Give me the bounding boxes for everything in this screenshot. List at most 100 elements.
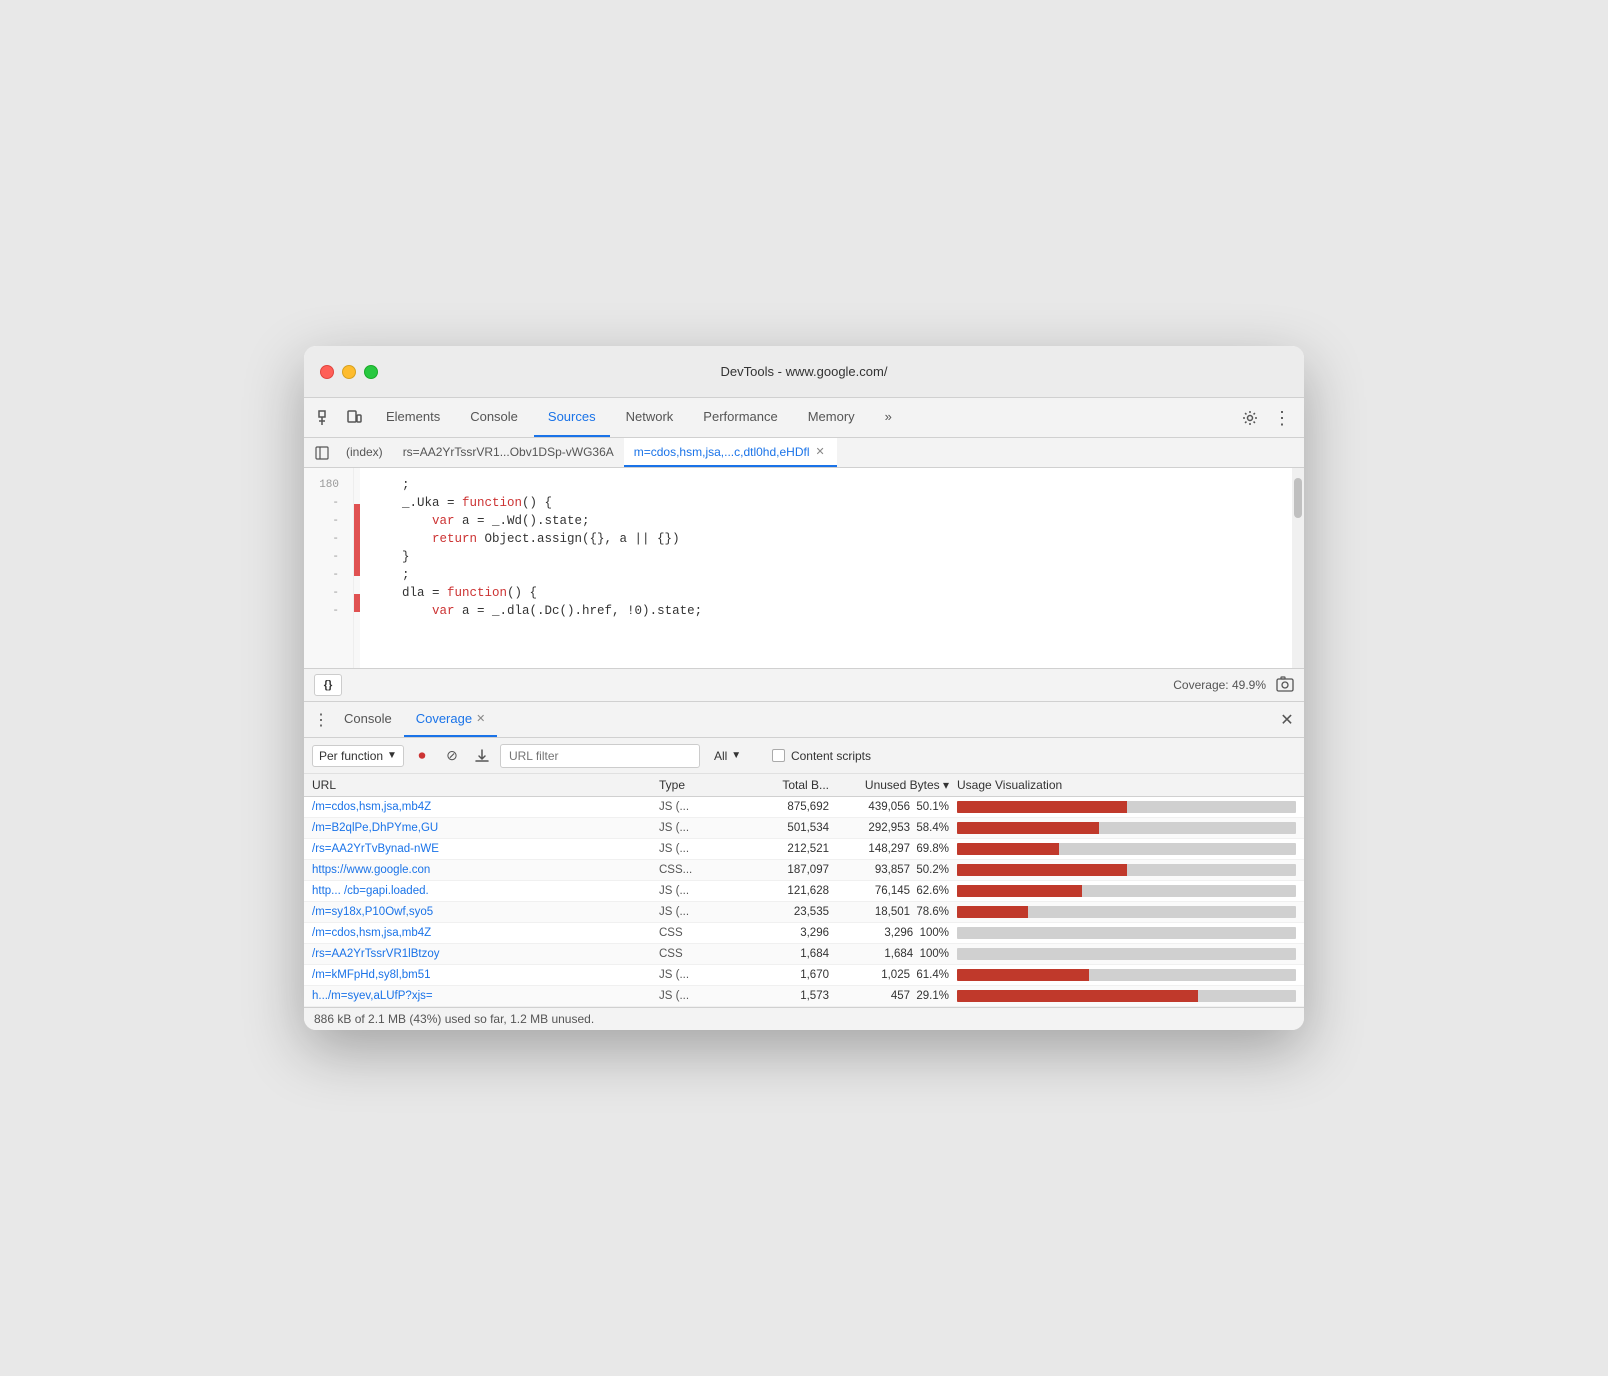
table-row[interactable]: /rs=AA2YrTssrVR1lBtzoy CSS 1,684 1,684 1… bbox=[304, 944, 1304, 965]
used-bar bbox=[957, 864, 1127, 876]
panel-tab-coverage[interactable]: Coverage ✕ bbox=[404, 702, 498, 737]
bottom-toolbar: {} Coverage: 49.9% bbox=[304, 668, 1304, 702]
file-tab-close-icon[interactable]: ✕ bbox=[813, 444, 826, 459]
line-numbers: 180 - - - - - - - bbox=[304, 468, 354, 668]
status-bar: 886 kB of 2.1 MB (43%) used so far, 1.2 … bbox=[304, 1007, 1304, 1030]
content-scripts-checkbox[interactable] bbox=[772, 749, 785, 762]
table-header: URL Type Total B... Unused Bytes ▾ Usage… bbox=[304, 774, 1304, 797]
table-row[interactable]: /m=cdos,hsm,jsa,mb4Z CSS 3,296 3,296 100… bbox=[304, 923, 1304, 944]
cell-url: /m=kMFpHd,sy8l,bm51 bbox=[312, 969, 659, 981]
panel-tab-console[interactable]: Console bbox=[332, 702, 404, 737]
cell-viz bbox=[949, 822, 1296, 834]
file-tab-m-cdos[interactable]: m=cdos,hsm,jsa,...c,dtl0hd,eHDfl ✕ bbox=[624, 438, 837, 467]
tab-elements[interactable]: Elements bbox=[372, 398, 454, 437]
file-tab-index[interactable]: (index) bbox=[336, 438, 393, 467]
tab-sources[interactable]: Sources bbox=[534, 398, 610, 437]
cell-type: CSS... bbox=[659, 864, 739, 876]
all-dropdown[interactable]: All ▼ bbox=[706, 746, 766, 766]
table-row[interactable]: /rs=AA2YrTvBynad-nWE JS (... 212,521 148… bbox=[304, 839, 1304, 860]
cell-total: 875,692 bbox=[739, 801, 829, 813]
cell-total: 1,684 bbox=[739, 948, 829, 960]
cell-url: https://www.google.con bbox=[312, 864, 659, 876]
url-filter-input[interactable] bbox=[500, 744, 700, 768]
format-button[interactable]: {} bbox=[314, 674, 342, 696]
file-tab-rs[interactable]: rs=AA2YrTssrVR1...Obv1DSp-vWG36A bbox=[393, 438, 624, 467]
cell-unused: 292,953 58.4% bbox=[829, 822, 949, 834]
coverage-percentage: Coverage: 49.9% bbox=[1173, 678, 1266, 692]
panel-close-button[interactable]: ✕ bbox=[1276, 709, 1298, 731]
cell-unused: 76,145 62.6% bbox=[829, 885, 949, 897]
tab-more[interactable]: » bbox=[871, 398, 906, 437]
table-row[interactable]: h.../m=syev,aLUfP?xjs= JS (... 1,573 457… bbox=[304, 986, 1304, 1007]
tab-network[interactable]: Network bbox=[612, 398, 688, 437]
cell-total: 1,670 bbox=[739, 969, 829, 981]
cell-viz bbox=[949, 948, 1296, 960]
cell-type: JS (... bbox=[659, 990, 739, 1002]
panel-tabs: ⋮ Console Coverage ✕ ✕ bbox=[304, 702, 1304, 738]
cell-unused: 1,684 100% bbox=[829, 948, 949, 960]
gear-icon bbox=[1242, 410, 1258, 426]
table-row[interactable]: https://www.google.con CSS... 187,097 93… bbox=[304, 860, 1304, 881]
used-bar bbox=[957, 885, 1082, 897]
window-title: DevTools - www.google.com/ bbox=[721, 364, 888, 379]
devtools-window: DevTools - www.google.com/ Elements Cons… bbox=[304, 346, 1304, 1030]
clear-button[interactable]: ⊘ bbox=[440, 744, 464, 768]
record-button[interactable]: ⏺ bbox=[410, 744, 434, 768]
cell-viz bbox=[949, 927, 1296, 939]
more-options-button[interactable]: ⋮ bbox=[1268, 404, 1296, 432]
cell-unused: 1,025 61.4% bbox=[829, 969, 949, 981]
inspect-icon bbox=[318, 410, 334, 426]
main-toolbar: Elements Console Sources Network Perform… bbox=[304, 398, 1304, 438]
code-scrollbar[interactable] bbox=[1292, 468, 1304, 668]
traffic-lights bbox=[320, 365, 378, 379]
panel-menu-button[interactable]: ⋮ bbox=[310, 709, 332, 731]
cell-url: /m=cdos,hsm,jsa,mb4Z bbox=[312, 801, 659, 813]
minimize-button[interactable] bbox=[342, 365, 356, 379]
table-row[interactable]: http... /cb=gapi.loaded. JS (... 121,628… bbox=[304, 881, 1304, 902]
code-content: ; _.Uka = function() { var a = _.Wd().st… bbox=[360, 468, 1292, 668]
content-scripts-checkbox-label[interactable]: Content scripts bbox=[772, 749, 871, 763]
sidebar-toggle[interactable] bbox=[308, 439, 336, 467]
settings-button[interactable] bbox=[1236, 404, 1264, 432]
download-button[interactable] bbox=[470, 744, 494, 768]
cell-type: CSS bbox=[659, 927, 739, 939]
cell-total: 3,296 bbox=[739, 927, 829, 939]
cell-viz bbox=[949, 990, 1296, 1002]
panel-tab-close-icon[interactable]: ✕ bbox=[476, 712, 485, 725]
header-type: Type bbox=[659, 778, 739, 792]
inspect-element-button[interactable] bbox=[312, 404, 340, 432]
scroll-thumb[interactable] bbox=[1294, 478, 1302, 518]
usage-bar bbox=[957, 864, 1296, 876]
table-row[interactable]: /m=sy18x,P10Owf,syo5 JS (... 23,535 18,5… bbox=[304, 902, 1304, 923]
table-row[interactable]: /m=B2qlPe,DhPYme,GU JS (... 501,534 292,… bbox=[304, 818, 1304, 839]
close-button[interactable] bbox=[320, 365, 334, 379]
used-bar bbox=[957, 990, 1198, 1002]
device-toggle-button[interactable] bbox=[340, 404, 368, 432]
usage-bar bbox=[957, 927, 1296, 939]
tab-console[interactable]: Console bbox=[456, 398, 532, 437]
usage-bar bbox=[957, 990, 1296, 1002]
tab-performance[interactable]: Performance bbox=[689, 398, 791, 437]
maximize-button[interactable] bbox=[364, 365, 378, 379]
cell-viz bbox=[949, 969, 1296, 981]
cell-unused: 3,296 100% bbox=[829, 927, 949, 939]
cell-url: http... /cb=gapi.loaded. bbox=[312, 885, 659, 897]
used-bar bbox=[957, 906, 1028, 918]
per-function-dropdown[interactable]: Per function ▼ bbox=[312, 745, 404, 767]
table-row[interactable]: /m=cdos,hsm,jsa,mb4Z JS (... 875,692 439… bbox=[304, 797, 1304, 818]
header-url: URL bbox=[312, 778, 659, 792]
cell-total: 23,535 bbox=[739, 906, 829, 918]
cell-url: /rs=AA2YrTssrVR1lBtzoy bbox=[312, 948, 659, 960]
table-row[interactable]: /m=kMFpHd,sy8l,bm51 JS (... 1,670 1,025 … bbox=[304, 965, 1304, 986]
cell-type: JS (... bbox=[659, 843, 739, 855]
cell-url: /rs=AA2YrTvBynad-nWE bbox=[312, 843, 659, 855]
table-body: /m=cdos,hsm,jsa,mb4Z JS (... 875,692 439… bbox=[304, 797, 1304, 1007]
cell-total: 212,521 bbox=[739, 843, 829, 855]
cell-total: 187,097 bbox=[739, 864, 829, 876]
code-area: 180 - - - - - - - ; _.Uka = function() {… bbox=[304, 468, 1304, 668]
status-text: 886 kB of 2.1 MB (43%) used so far, 1.2 … bbox=[314, 1012, 594, 1026]
tab-memory[interactable]: Memory bbox=[794, 398, 869, 437]
cell-viz bbox=[949, 885, 1296, 897]
cell-type: JS (... bbox=[659, 822, 739, 834]
screenshot-button[interactable] bbox=[1276, 676, 1294, 695]
